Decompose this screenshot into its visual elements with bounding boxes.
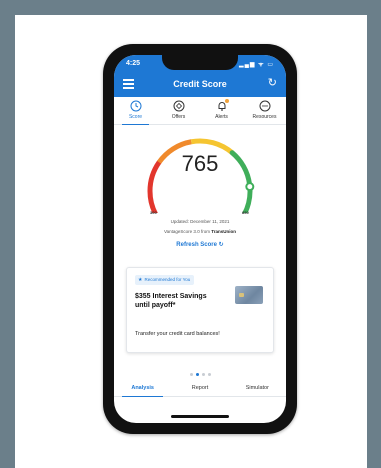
- tab-resources[interactable]: Resources: [243, 97, 286, 124]
- recommended-badge: ★ Recommended for You: [135, 275, 195, 285]
- updated-date: Updated: December 11, 2021: [170, 219, 230, 224]
- score-bureau: TransUnion: [211, 229, 236, 234]
- recommended-badge-label: Recommended for You: [144, 277, 191, 282]
- offer-title: $355 Interest Savings until payoff*: [135, 293, 207, 309]
- tab-alerts[interactable]: Alerts: [200, 97, 243, 124]
- refresh-score-label: Refresh Score: [176, 242, 217, 248]
- signal-battery-icon: ▂▄▆ ᯤ ▭: [239, 62, 274, 68]
- home-indicator: [171, 415, 229, 418]
- clock-icon: [130, 100, 141, 112]
- tab-label: Resources: [252, 114, 277, 120]
- phone-frame: 4:25 ▂▄▆ ᯤ ▭ Credit Score ↻ Score Offers…: [103, 44, 297, 434]
- top-tab-bar: Score Offers Alerts Resources: [114, 97, 286, 125]
- tab-label: Offers: [171, 114, 186, 120]
- app-title: Credit Score: [173, 79, 227, 89]
- credit-card-image: [235, 286, 263, 304]
- offer-card[interactable]: ★ Recommended for You $355 Interest Savin…: [126, 267, 274, 353]
- star-icon: ★: [138, 277, 143, 283]
- carousel-dot[interactable]: [207, 373, 211, 376]
- score-source: VantageScore 3.0 from TransUnion: [114, 229, 286, 234]
- tag-icon: [173, 100, 184, 112]
- score-source-prefix: VantageScore 3.0 from: [164, 229, 210, 234]
- more-icon: [259, 100, 270, 112]
- carousel-dots: [114, 363, 286, 381]
- refresh-score-link[interactable]: Refresh Score ↻: [114, 241, 286, 248]
- gauge-max-label: 850: [242, 210, 249, 215]
- gauge-marker: [245, 182, 255, 192]
- refresh-icon[interactable]: ↻: [268, 78, 277, 89]
- tab-analysis[interactable]: Analysis: [114, 381, 171, 397]
- app-bar: Credit Score ↻: [114, 73, 286, 97]
- carousel-dot[interactable]: [195, 373, 199, 376]
- bottom-tab-bar: Analysis Report Simulator: [114, 381, 286, 397]
- tab-score[interactable]: Score: [114, 97, 157, 125]
- tab-offers[interactable]: Offers: [157, 97, 200, 124]
- carousel-dot[interactable]: [201, 373, 205, 376]
- credit-score-value: 765: [181, 151, 219, 176]
- tab-label: Alerts: [215, 114, 228, 120]
- phone-notch: [162, 55, 238, 70]
- offer-description: Transfer your credit card balances!: [135, 331, 220, 337]
- gauge-min-label: 300: [150, 210, 157, 215]
- refresh-icon: ↻: [218, 242, 224, 248]
- tab-simulator[interactable]: Simulator: [229, 381, 286, 396]
- alert-badge: [224, 99, 229, 103]
- phone-screen: 4:25 ▂▄▆ ᯤ ▭ Credit Score ↻ Score Offers…: [114, 55, 286, 423]
- tab-label: Score: [128, 114, 143, 120]
- tab-report[interactable]: Report: [171, 381, 228, 396]
- carousel-dot[interactable]: [189, 373, 193, 376]
- status-time: 4:25: [126, 60, 141, 67]
